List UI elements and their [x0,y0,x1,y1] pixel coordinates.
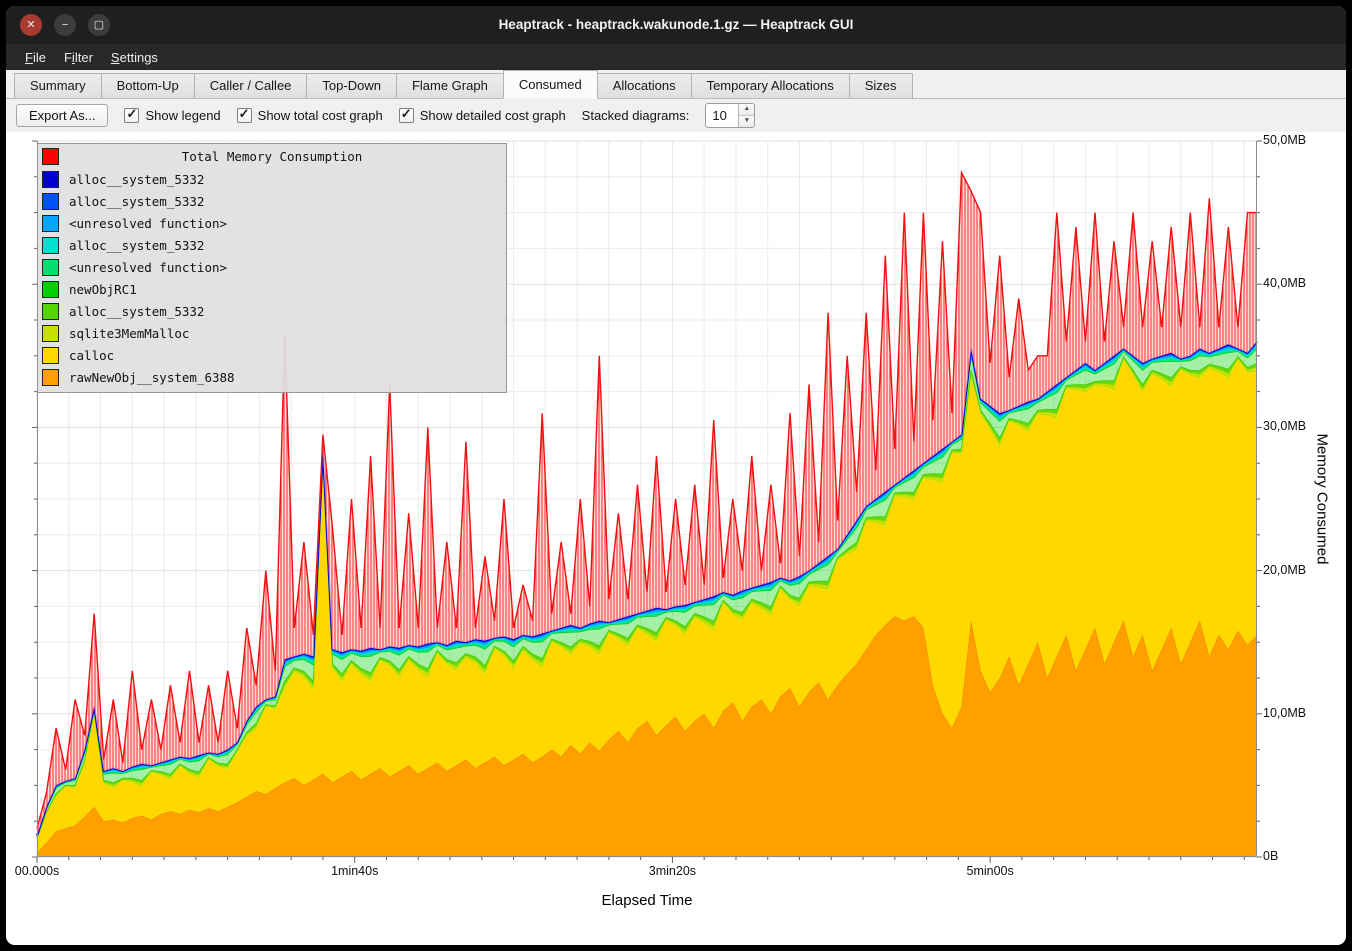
close-icon: ✕ [26,20,35,31]
legend-swatch [42,259,59,276]
checkbox-box: ✓ [399,108,414,123]
menu-file[interactable]: File [16,48,55,67]
legend-swatch [42,303,59,320]
check-icon: ✓ [401,106,412,122]
legend-swatch [42,215,59,232]
y-tick-label: 20,0MB [1263,563,1306,577]
tab-caller-callee[interactable]: Caller / Callee [194,73,308,98]
legend-entry: alloc__system_5332 [38,234,506,256]
legend-entry: alloc__system_5332 [38,300,506,322]
legend-entry: <unresolved function> [38,212,506,234]
legend-swatch [42,325,59,342]
legend-swatch [42,193,59,210]
y-tick-label: 10,0MB [1263,706,1306,720]
legend-label: alloc__system_5332 [69,238,204,253]
x-axis-title: Elapsed Time [602,892,693,909]
legend-swatch [42,347,59,364]
legend-label: sqlite3MemMalloc [69,326,189,341]
legend-swatch [42,171,59,188]
window-title: Heaptrack - heaptrack.wakunode.1.gz — He… [126,6,1226,44]
y-tick-label: 0B [1263,849,1278,863]
export-as-button[interactable]: Export As... [16,104,108,127]
chart-legend: Total Memory Consumption alloc__system_53… [37,143,507,393]
toolbar: Export As... ✓ Show legend ✓ Show total cos… [6,99,1346,132]
legend-entry: <unresolved function> [38,256,506,278]
legend-label: rawNewObj__system_6388 [69,370,235,385]
tab-top-down[interactable]: Top-Down [306,73,397,98]
checkbox-label: Show total cost graph [258,108,383,123]
legend-entry: newObjRC1 [38,278,506,300]
y-axis-title: Memory Consumed [1314,434,1331,565]
legend-title-row: Total Memory Consumption [38,146,506,168]
legend-swatch [42,237,59,254]
menu-settings[interactable]: Settings [102,48,167,67]
menubar: FileFilterSettings [6,44,1346,70]
checkbox-box: ✓ [124,108,139,123]
stacked-diagrams-label: Stacked diagrams: [582,108,690,123]
tab-bar: SummaryBottom-UpCaller / CalleeTop-DownF… [6,70,1346,99]
toolbar-checkboxes: ✓ Show legend ✓ Show total cost graph ✓ Show … [124,108,565,123]
close-button[interactable]: ✕ [20,14,42,36]
legend-entry: rawNewObj__system_6388 [38,366,506,388]
menu-filter[interactable]: Filter [55,48,102,67]
checkbox-label: Show legend [145,108,220,123]
legend-entry: calloc [38,344,506,366]
legend-label: <unresolved function> [69,260,227,275]
legend-entry: sqlite3MemMalloc [38,322,506,344]
x-tick-label: 1min40s [331,864,378,878]
check-icon: ✓ [126,106,137,122]
y-tick-label: 30,0MB [1263,419,1306,433]
y-tick-label: 40,0MB [1263,276,1306,290]
legend-swatch-total [42,148,59,165]
legend-entry: alloc__system_5332 [38,168,506,190]
legend-entry: alloc__system_5332 [38,190,506,212]
legend-label: calloc [69,348,114,363]
chart-panel: Total Memory Consumption alloc__system_53… [6,132,1346,945]
maximize-icon: ▢ [94,20,104,31]
window-controls: ✕ − ▢ [20,14,110,36]
minimize-button[interactable]: − [54,14,76,36]
legend-swatch [42,369,59,386]
check-icon: ✓ [239,106,250,122]
x-tick-label: 3min20s [649,864,696,878]
tab-consumed[interactable]: Consumed [503,70,598,99]
spinner-value[interactable]: 10 [706,104,738,127]
tab-sizes[interactable]: Sizes [849,73,913,98]
minimize-icon: − [62,20,68,31]
checkbox-label: Show detailed cost graph [420,108,566,123]
legend-swatch [42,281,59,298]
legend-label: alloc__system_5332 [69,172,204,187]
tab-temporary-allocations[interactable]: Temporary Allocations [691,73,850,98]
tab-summary[interactable]: Summary [14,73,102,98]
spinner-buttons: ▲ ▼ [738,104,754,127]
y-tick-label: 50,0MB [1263,133,1306,147]
legend-label: <unresolved function> [69,216,227,231]
x-tick-label: 00.000s [15,864,59,878]
checkbox-show-detailed-cost-graph[interactable]: ✓ Show detailed cost graph [399,108,566,123]
titlebar[interactable]: ✕ − ▢ Heaptrack - heaptrack.wakunode.1.gz … [6,6,1346,44]
legend-label: alloc__system_5332 [69,304,204,319]
legend-label: alloc__system_5332 [69,194,204,209]
legend-label: newObjRC1 [69,282,137,297]
maximize-button[interactable]: ▢ [88,14,110,36]
checkbox-show-total-cost-graph[interactable]: ✓ Show total cost graph [237,108,383,123]
checkbox-show-legend[interactable]: ✓ Show legend [124,108,220,123]
tab-bottom-up[interactable]: Bottom-Up [101,73,195,98]
spinner-up-button[interactable]: ▲ [739,104,754,116]
stacked-diagrams-spinner[interactable]: 10 ▲ ▼ [705,103,755,128]
x-tick-label: 5min00s [967,864,1014,878]
tab-allocations[interactable]: Allocations [597,73,692,98]
legend-title: Total Memory Consumption [38,146,506,168]
checkbox-box: ✓ [237,108,252,123]
tab-flame-graph[interactable]: Flame Graph [396,73,504,98]
spinner-down-button[interactable]: ▼ [739,116,754,127]
app-window: ✕ − ▢ Heaptrack - heaptrack.wakunode.1.gz … [6,6,1346,945]
